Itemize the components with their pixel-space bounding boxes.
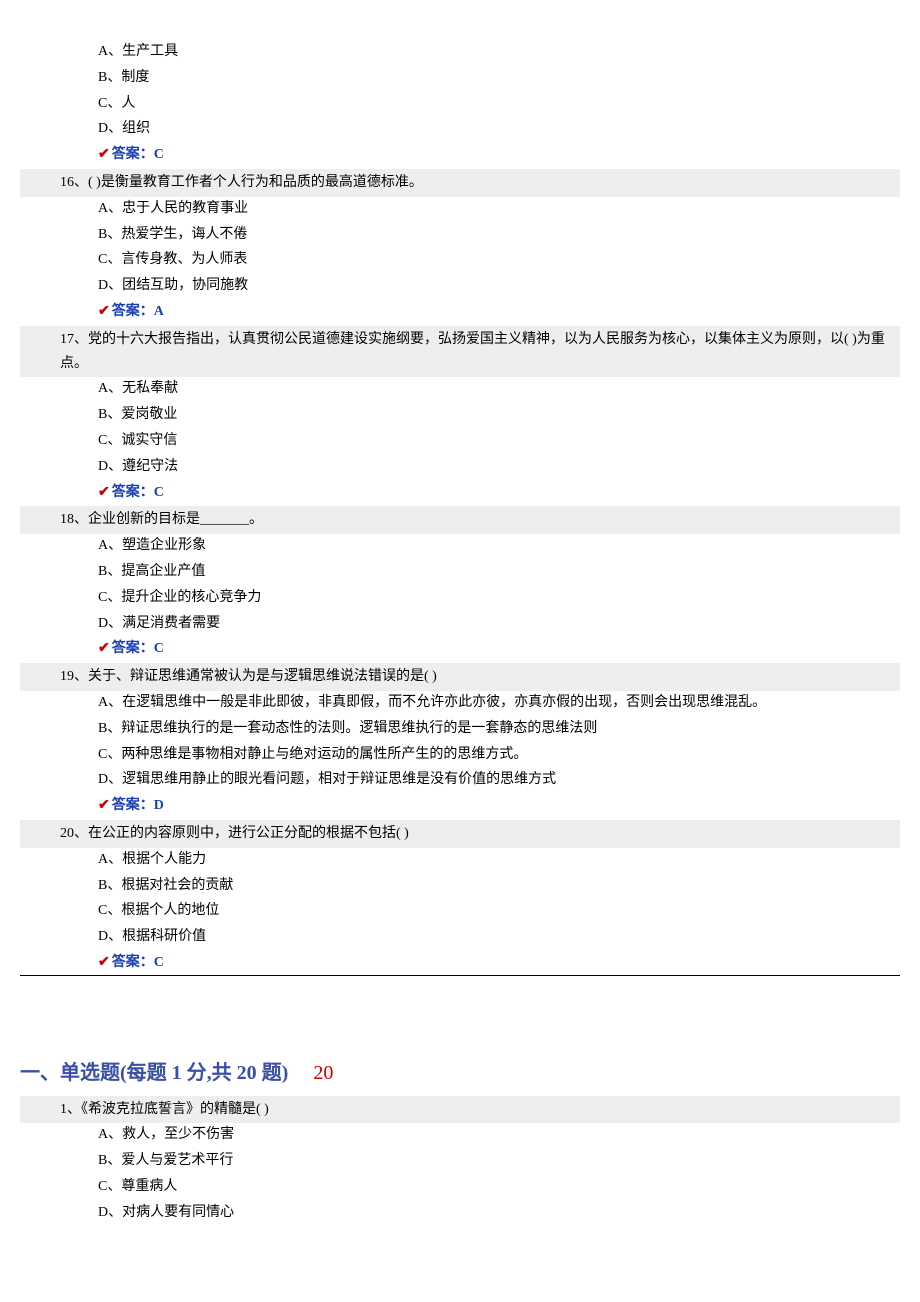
q18-opt-c: C、提升企业的核心竞争力	[98, 586, 900, 610]
q17-opt-c: C、诚实守信	[98, 429, 900, 453]
q18-stem: 18、企业创新的目标是_______。	[20, 506, 900, 534]
q18-answer: ✔答案：C	[20, 637, 900, 661]
q17-answer: ✔答案：C	[20, 481, 900, 505]
q15-opt-c: C、人	[98, 92, 900, 116]
option-label: B、爱人与爱艺术平行	[98, 1153, 233, 1168]
q16-opt-d: D、团结互助，协同施教	[98, 274, 900, 298]
answer-text: 答案：D	[112, 798, 164, 813]
q19-opt-c: C、两种思维是事物相对静止与绝对运动的属性所产生的的思维方式。	[98, 743, 900, 767]
s2q1-opt-c: C、尊重病人	[98, 1175, 900, 1199]
answer-text: 答案：C	[112, 485, 164, 500]
question-text: 1、《希波克拉底誓言》的精髓是( )	[60, 1102, 269, 1117]
option-label: C、根据个人的地位	[98, 903, 219, 918]
q16-stem: 16、( )是衡量教育工作者个人行为和品质的最高道德标准。	[20, 169, 900, 197]
q15-answer: ✔答案：C	[20, 143, 900, 167]
answer-text: 答案：C	[112, 641, 164, 656]
q17-opt-d: D、遵纪守法	[98, 455, 900, 479]
option-label: D、团结互助，协同施教	[98, 278, 248, 293]
question-text: 19、关于、辩证思维通常被认为是与逻辑思维说法错误的是( )	[60, 669, 437, 684]
check-icon: ✔	[98, 798, 110, 813]
option-label: A、救人，至少不伤害	[98, 1127, 234, 1142]
option-label: A、塑造企业形象	[98, 538, 206, 553]
q16-options: A、忠于人民的教育事业 B、热爱学生，诲人不倦 C、言传身教、为人师表 D、团结…	[20, 197, 900, 298]
section-title-main: 一、单选题(每题 1 分,共 20 题)	[20, 1062, 288, 1084]
question-text: 20、在公正的内容原则中，进行公正分配的根据不包括( )	[60, 826, 409, 841]
option-label: B、热爱学生，诲人不倦	[98, 227, 247, 242]
s2q1-opt-b: B、爱人与爱艺术平行	[98, 1149, 900, 1173]
q19-stem: 19、关于、辩证思维通常被认为是与逻辑思维说法错误的是( )	[20, 663, 900, 691]
option-label: C、提升企业的核心竞争力	[98, 590, 261, 605]
check-icon: ✔	[98, 485, 110, 500]
option-label: A、根据个人能力	[98, 852, 206, 867]
option-label: A、生产工具	[98, 44, 178, 59]
q19-answer: ✔答案：D	[20, 794, 900, 818]
q17-options: A、无私奉献 B、爱岗敬业 C、诚实守信 D、遵纪守法	[20, 377, 900, 478]
q16-opt-c: C、言传身教、为人师表	[98, 248, 900, 272]
option-label: D、根据科研价值	[98, 929, 206, 944]
answer-text: 答案：C	[112, 147, 164, 162]
q15-options: A、生产工具 B、制度 C、人 D、组织	[20, 40, 900, 141]
q20-answer: ✔答案：C	[20, 951, 900, 976]
option-label: C、两种思维是事物相对静止与绝对运动的属性所产生的的思维方式。	[98, 747, 527, 762]
option-label: A、在逻辑思维中一般是非此即彼，非真即假，而不允许亦此亦彼，亦真亦假的出现，否则…	[98, 695, 766, 710]
s2q1-opt-a: A、救人，至少不伤害	[98, 1123, 900, 1147]
option-label: C、尊重病人	[98, 1179, 177, 1194]
option-label: D、遵纪守法	[98, 459, 178, 474]
question-text: 16、( )是衡量教育工作者个人行为和品质的最高道德标准。	[60, 175, 423, 190]
option-label: A、忠于人民的教育事业	[98, 201, 248, 216]
q20-opt-c: C、根据个人的地位	[98, 899, 900, 923]
check-icon: ✔	[98, 955, 110, 970]
q19-opt-a: A、在逻辑思维中一般是非此即彼，非真即假，而不允许亦此亦彼，亦真亦假的出现，否则…	[98, 691, 900, 715]
check-icon: ✔	[98, 147, 110, 162]
q18-opt-d: D、满足消费者需要	[98, 612, 900, 636]
option-label: A、无私奉献	[98, 381, 178, 396]
option-label: B、提高企业产值	[98, 564, 205, 579]
q20-options: A、根据个人能力 B、根据对社会的贡献 C、根据个人的地位 D、根据科研价值	[20, 848, 900, 949]
q20-opt-a: A、根据个人能力	[98, 848, 900, 872]
option-label: B、制度	[98, 70, 149, 85]
q19-options: A、在逻辑思维中一般是非此即彼，非真即假，而不允许亦此亦彼，亦真亦假的出现，否则…	[20, 691, 900, 792]
s2q1-opt-d: D、对病人要有同情心	[98, 1201, 900, 1225]
q20-opt-b: B、根据对社会的贡献	[98, 874, 900, 898]
option-label: C、人	[98, 96, 135, 111]
q16-opt-b: B、热爱学生，诲人不倦	[98, 223, 900, 247]
section-2-title: 一、单选题(每题 1 分,共 20 题) 20	[20, 1056, 900, 1090]
s2q1-stem: 1、《希波克拉底誓言》的精髓是( )	[20, 1096, 900, 1124]
q17-opt-a: A、无私奉献	[98, 377, 900, 401]
q15-opt-a: A、生产工具	[98, 40, 900, 64]
question-text: 17、党的十六大报告指出，认真贯彻公民道德建设实施纲要，弘扬爱国主义精神，以为人…	[60, 332, 885, 371]
option-label: C、诚实守信	[98, 433, 177, 448]
section-title-score: 20	[313, 1062, 333, 1084]
q20-stem: 20、在公正的内容原则中，进行公正分配的根据不包括( )	[20, 820, 900, 848]
check-icon: ✔	[98, 304, 110, 319]
answer-text: 答案：C	[112, 955, 164, 970]
q17-opt-b: B、爱岗敬业	[98, 403, 900, 427]
q18-opt-a: A、塑造企业形象	[98, 534, 900, 558]
q16-answer: ✔答案：A	[20, 300, 900, 324]
check-icon: ✔	[98, 641, 110, 656]
option-label: D、组织	[98, 121, 150, 136]
q18-options: A、塑造企业形象 B、提高企业产值 C、提升企业的核心竞争力 D、满足消费者需要	[20, 534, 900, 635]
q15-opt-d: D、组织	[98, 117, 900, 141]
q20-opt-d: D、根据科研价值	[98, 925, 900, 949]
q16-opt-a: A、忠于人民的教育事业	[98, 197, 900, 221]
s2q1-options: A、救人，至少不伤害 B、爱人与爱艺术平行 C、尊重病人 D、对病人要有同情心	[20, 1123, 900, 1224]
option-label: B、辩证思维执行的是一套动态性的法则。逻辑思维执行的是一套静态的思维法则	[98, 721, 597, 736]
option-label: D、满足消费者需要	[98, 616, 220, 631]
option-label: D、逻辑思维用静止的眼光看问题，相对于辩证思维是没有价值的思维方式	[98, 772, 556, 787]
option-label: C、言传身教、为人师表	[98, 252, 247, 267]
q18-opt-b: B、提高企业产值	[98, 560, 900, 584]
q15-opt-b: B、制度	[98, 66, 900, 90]
answer-text: 答案：A	[112, 304, 164, 319]
q19-opt-b: B、辩证思维执行的是一套动态性的法则。逻辑思维执行的是一套静态的思维法则	[98, 717, 900, 741]
q17-stem: 17、党的十六大报告指出，认真贯彻公民道德建设实施纲要，弘扬爱国主义精神，以为人…	[20, 326, 900, 378]
question-text: 18、企业创新的目标是_______。	[60, 512, 263, 527]
option-label: D、对病人要有同情心	[98, 1205, 234, 1220]
option-label: B、爱岗敬业	[98, 407, 177, 422]
option-label: B、根据对社会的贡献	[98, 878, 233, 893]
q19-opt-d: D、逻辑思维用静止的眼光看问题，相对于辩证思维是没有价值的思维方式	[98, 768, 900, 792]
